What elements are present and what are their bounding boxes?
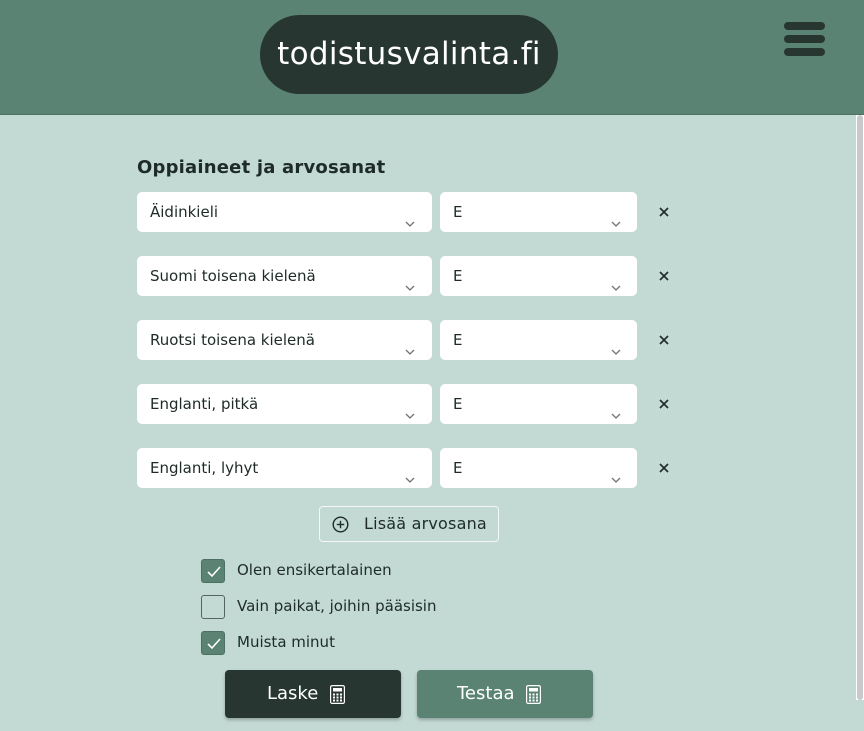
close-icon[interactable]	[654, 458, 674, 478]
subject-select[interactable]: Äidinkieli	[137, 192, 432, 232]
chevron-down-icon	[404, 397, 416, 419]
subject-select[interactable]: Englanti, lyhyt	[137, 448, 432, 488]
add-grade-button[interactable]: Lisää arvosana	[319, 506, 499, 542]
grade-value: E	[453, 203, 463, 221]
subject-row: Ruotsi toisena kielenä E	[137, 320, 677, 360]
calculator-icon	[526, 685, 541, 704]
checkbox-label: Olen ensikertalainen	[237, 561, 392, 579]
grade-select[interactable]: E	[440, 256, 637, 296]
grade-select[interactable]: E	[440, 448, 637, 488]
checkbox-label: Muista minut	[237, 633, 335, 651]
subject-select[interactable]: Ruotsi toisena kielenä	[137, 320, 432, 360]
menu-line	[784, 22, 825, 30]
close-icon[interactable]	[654, 266, 674, 286]
test-button[interactable]: Testaa	[417, 670, 593, 718]
subject-row: Äidinkieli E	[137, 192, 677, 232]
calculate-label: Laske	[267, 683, 319, 704]
chevron-down-icon	[404, 269, 416, 291]
chevron-down-icon	[404, 333, 416, 355]
chevron-down-icon	[404, 461, 416, 483]
top-bar: todistusvalinta.fi	[0, 0, 864, 115]
checkbox[interactable]	[201, 559, 225, 583]
subject-value: Ruotsi toisena kielenä	[150, 331, 315, 349]
grade-select[interactable]: E	[440, 192, 637, 232]
menu-line	[784, 35, 825, 43]
grade-select[interactable]: E	[440, 320, 637, 360]
grade-value: E	[453, 459, 463, 477]
grade-value: E	[453, 331, 463, 349]
chevron-down-icon	[610, 269, 622, 291]
close-icon[interactable]	[654, 202, 674, 222]
hamburger-menu-icon[interactable]	[784, 22, 825, 57]
grade-select[interactable]: E	[440, 384, 637, 424]
test-label: Testaa	[457, 683, 515, 704]
subject-row: Englanti, lyhyt E	[137, 448, 677, 488]
chevron-down-icon	[610, 397, 622, 419]
chevron-down-icon	[610, 461, 622, 483]
grade-value: E	[453, 267, 463, 285]
calculator-icon	[330, 685, 345, 704]
subject-select[interactable]: Englanti, pitkä	[137, 384, 432, 424]
plus-circle-icon	[332, 516, 349, 533]
close-icon[interactable]	[654, 330, 674, 350]
menu-line	[784, 48, 825, 56]
chevron-down-icon	[404, 205, 416, 227]
subject-value: Äidinkieli	[150, 203, 219, 221]
site-logo[interactable]: todistusvalinta.fi	[260, 15, 558, 94]
scrollbar-thumb[interactable]	[857, 115, 863, 700]
subject-value: Suomi toisena kielenä	[150, 267, 316, 285]
checkbox-label: Vain paikat, joihin pääsisin	[237, 597, 437, 615]
checkbox[interactable]	[201, 595, 225, 619]
grade-value: E	[453, 395, 463, 413]
calculate-button[interactable]: Laske	[225, 670, 401, 718]
chevron-down-icon	[610, 205, 622, 227]
subject-value: Englanti, pitkä	[150, 395, 259, 413]
section-title: Oppiaineet ja arvosanat	[137, 157, 386, 178]
subject-value: Englanti, lyhyt	[150, 459, 259, 477]
close-icon[interactable]	[654, 394, 674, 414]
chevron-down-icon	[610, 333, 622, 355]
add-grade-label: Lisää arvosana	[364, 514, 487, 533]
subject-select[interactable]: Suomi toisena kielenä	[137, 256, 432, 296]
subject-row: Suomi toisena kielenä E	[137, 256, 677, 296]
scrollbar[interactable]	[856, 115, 864, 700]
subject-row: Englanti, pitkä E	[137, 384, 677, 424]
checkbox[interactable]	[201, 631, 225, 655]
